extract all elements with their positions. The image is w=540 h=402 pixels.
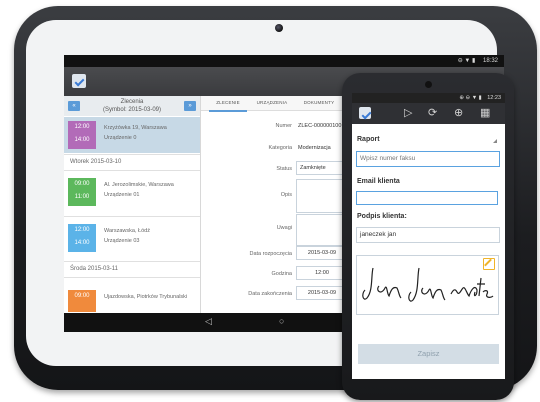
order-item[interactable]: 12:00 14:00 Warszawska, Łódź Urządzenie …: [64, 220, 200, 256]
divider: [64, 216, 200, 217]
signature-pad[interactable]: [356, 255, 499, 315]
order-item[interactable]: 09:00 11:00 Al. Jerozolimskie, Warszawa …: [64, 174, 200, 210]
fax-number-input[interactable]: [356, 151, 500, 167]
prev-day-button[interactable]: «: [68, 101, 80, 111]
data-zakonczenia-field[interactable]: 2015-03-09: [296, 286, 348, 300]
order-item[interactable]: 12:00 14:00 Krzyżówka 19, Warszawa Urząd…: [64, 117, 200, 153]
orders-list-header: « Zlecenia (Symbol: 2015-03-09) »: [64, 96, 200, 116]
order-start-time: 12:00: [74, 124, 90, 130]
app-logo-icon: [359, 107, 371, 119]
order-time-block: 09:00: [68, 290, 96, 312]
orders-list-panel: « Zlecenia (Symbol: 2015-03-09) » 12:00 …: [64, 96, 201, 313]
order-text: Warszawska, Łódź Urządzenie 03: [104, 226, 150, 246]
signature-drawing: [362, 267, 494, 302]
order-start-time: 09:00: [74, 181, 90, 187]
divider: [64, 277, 200, 278]
order-address: Ujazdowska, Piotrków Trybunalski: [104, 294, 188, 300]
order-end-time: 11:00: [74, 194, 90, 200]
sync-icon[interactable]: ⟳: [428, 106, 437, 119]
divider: [64, 261, 200, 262]
status-time: 18:32: [482, 58, 498, 64]
order-address: Al. Jerozolimskie, Warszawa: [104, 182, 174, 188]
signature-label: Podpis klienta:: [357, 213, 407, 220]
data-rozpoczecia-field[interactable]: 2015-03-09: [296, 246, 348, 260]
phone-toolbar: ▷ ⟳ ⊕ ▦: [352, 103, 505, 124]
numer-label: Numer: [275, 123, 292, 129]
tab-dokumenty[interactable]: DOKUMENTY: [299, 96, 339, 110]
back-nav-button[interactable]: ◁: [205, 316, 212, 327]
status-time: 12:23: [487, 95, 501, 101]
status-label: Status: [276, 166, 292, 172]
next-day-button[interactable]: »: [184, 101, 196, 111]
day-label: Środa 2015-03-11: [70, 266, 118, 272]
save-button[interactable]: Zapisz: [358, 344, 499, 364]
globe-icon[interactable]: ⊕: [454, 106, 463, 119]
divider: [64, 154, 200, 155]
order-text: Krzyżówka 19, Warszawa Urządzenie 0: [104, 123, 167, 143]
order-address: Warszawska, Łódź: [104, 228, 150, 234]
order-start-time: 12:00: [74, 227, 90, 233]
email-label: Email klienta: [357, 178, 400, 185]
order-device: Urządzenie 01: [104, 192, 140, 198]
calendar-icon[interactable]: ▦: [480, 106, 490, 119]
order-text: Ujazdowska, Piotrków Trybunalski: [104, 292, 187, 302]
double-chevron-left-icon: «: [72, 103, 76, 109]
edit-signature-icon[interactable]: [483, 258, 495, 270]
order-start-time: 09:00: [74, 293, 90, 299]
data-rozpoczecia-label: Data rozpoczęcia: [249, 251, 293, 257]
phone-screen: ⊕ ⊖ ▼ ▮ 12:23 ▷ ⟳ ⊕ ▦ Raport Email klien…: [352, 93, 505, 379]
phone-status-bar: ⊕ ⊖ ▼ ▮ 12:23: [352, 93, 505, 103]
email-input[interactable]: [356, 191, 498, 205]
play-icon[interactable]: ▷: [404, 106, 412, 119]
order-item[interactable]: 09:00 Ujazdowska, Piotrków Trybunalski: [64, 286, 200, 312]
kategoria-label: Kategoria: [268, 145, 292, 151]
numer-value: ZLEC-000000100: [298, 123, 342, 129]
orders-list-title: Zlecenia: [120, 99, 144, 105]
order-device: Urządzenie 03: [104, 238, 140, 244]
order-time-block: 12:00 14:00: [68, 224, 96, 252]
tab-zlecenie[interactable]: ZLECENIE: [209, 96, 247, 112]
order-time-block: 09:00 11:00: [68, 178, 96, 206]
phone-camera-icon: [425, 81, 432, 88]
order-address: Krzyżówka 19, Warszawa: [104, 125, 167, 131]
status-icons: ⊖ ▼ ▮: [457, 58, 476, 64]
tablet-status-bar: ⊖ ▼ ▮ 18:32: [64, 55, 504, 67]
data-zakonczenia-label: Data zakończenia: [248, 291, 292, 297]
divider: [64, 170, 200, 171]
tab-urzadzenia[interactable]: URZĄDZENIA: [251, 96, 293, 110]
uwagi-label: Uwagi: [276, 225, 292, 231]
order-time-block: 12:00 14:00: [68, 121, 96, 149]
orders-list-subtitle: (Symbol: 2015-03-09): [102, 107, 162, 113]
dropdown-corner-icon: [493, 139, 497, 143]
godzina-field[interactable]: 12:00: [296, 266, 348, 280]
order-end-time: 14:00: [74, 137, 90, 143]
day-label: Wtorek 2015-03-10: [70, 159, 122, 165]
app-logo-icon: [72, 74, 86, 88]
status-icons: ⊕ ⊖ ▼ ▮: [459, 95, 482, 101]
signer-name-field[interactable]: janeczek jan: [356, 227, 500, 243]
order-end-time: 14:00: [74, 240, 90, 246]
home-nav-button[interactable]: ○: [279, 316, 284, 326]
double-chevron-right-icon: »: [188, 103, 192, 109]
order-text: Al. Jerozolimskie, Warszawa Urządzenie 0…: [104, 180, 174, 200]
orders-list-title-block: Zlecenia (Symbol: 2015-03-09): [84, 98, 180, 114]
raport-label: Raport: [357, 136, 380, 143]
camera-icon: [275, 24, 283, 32]
kategoria-value: Modernizacja: [298, 145, 331, 151]
opis-label: Opis: [280, 192, 292, 198]
godzina-label: Godzina: [271, 271, 293, 277]
order-device: Urządzenie 0: [104, 135, 137, 141]
